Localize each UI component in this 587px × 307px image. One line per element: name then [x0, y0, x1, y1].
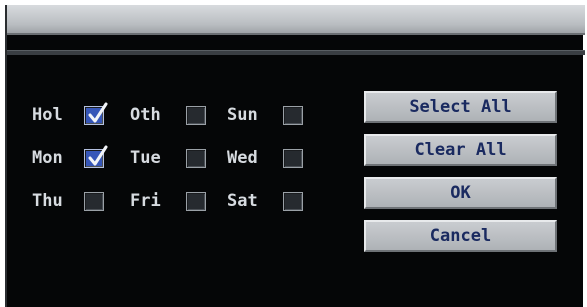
checkmark-icon: [88, 102, 108, 123]
day-label-oth: Oth: [130, 105, 161, 125]
select-all-button[interactable]: Select All: [364, 91, 557, 123]
checkbox-hol[interactable]: [84, 102, 108, 125]
checkbox-sat[interactable]: [283, 192, 303, 211]
day-label-tue: Tue: [130, 148, 161, 168]
day-selection-dialog: Hol Oth Sun Mon Tue Wed Thu Fri Sat Sele…: [5, 5, 585, 307]
clear-all-button[interactable]: Clear All: [364, 134, 557, 166]
day-label-sat: Sat: [227, 191, 258, 211]
day-label-thu: Thu: [32, 191, 63, 211]
checkmark-icon: [88, 145, 108, 166]
day-label-mon: Mon: [32, 148, 63, 168]
ok-button[interactable]: OK: [364, 177, 557, 209]
checkbox-sun[interactable]: [283, 106, 303, 125]
checkbox-mon[interactable]: [84, 145, 108, 168]
day-label-hol: Hol: [32, 105, 63, 125]
checkbox-wed[interactable]: [283, 149, 303, 168]
separator: [7, 50, 585, 55]
day-label-fri: Fri: [130, 191, 161, 211]
checkbox-thu[interactable]: [84, 192, 104, 211]
checkbox-tue[interactable]: [186, 149, 206, 168]
cancel-button[interactable]: Cancel: [364, 220, 557, 252]
day-label-sun: Sun: [227, 105, 258, 125]
checkbox-oth[interactable]: [186, 106, 206, 125]
title-bar: [7, 5, 585, 35]
checkbox-fri[interactable]: [186, 192, 206, 211]
day-label-wed: Wed: [227, 148, 258, 168]
